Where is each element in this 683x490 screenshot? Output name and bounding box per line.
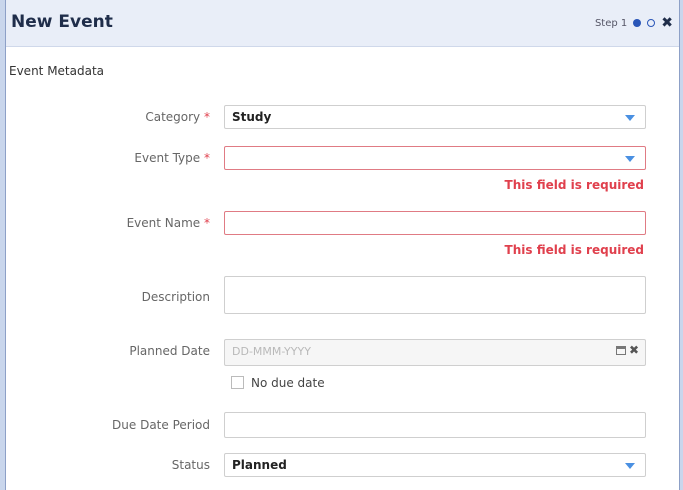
no-due-date-label[interactable]: No due date	[251, 376, 325, 390]
event-type-select[interactable]	[224, 146, 646, 170]
clear-icon[interactable]: ✖	[629, 343, 639, 357]
step-label: Step 1	[594, 17, 628, 29]
new-event-dialog: New Event Step 1 ✖ Event Metadata Catego…	[5, 0, 680, 490]
event-name-input[interactable]	[224, 211, 646, 235]
planned-date-label: Planned Date	[129, 344, 210, 358]
caret-down-icon[interactable]	[625, 156, 635, 162]
caret-down-icon[interactable]	[625, 463, 635, 469]
category-select[interactable]: Study	[224, 105, 646, 129]
step-empty-dot-icon[interactable]	[647, 19, 656, 27]
status-value: Planned	[232, 458, 287, 472]
category-value: Study	[232, 110, 272, 124]
planned-date-input[interactable]: DD-MMM-YYYY ✖	[224, 339, 646, 366]
required-mark: *	[204, 216, 210, 230]
event-type-label: Event Type *	[66, 151, 210, 165]
caret-down-icon[interactable]	[625, 115, 635, 121]
dialog-titlebar: New Event Step 1 ✖	[6, 0, 679, 47]
step-filled-dot-icon	[633, 19, 642, 27]
due-date-period-label: Due Date Period	[112, 418, 210, 432]
close-icon[interactable]: ✖	[661, 16, 673, 30]
event-type-error: This field is required	[504, 178, 644, 192]
due-date-period-input[interactable]	[224, 412, 646, 438]
required-mark: *	[204, 151, 210, 165]
event-name-label-text: Event Name	[126, 216, 201, 230]
category-label: Category *	[66, 110, 210, 124]
required-mark: *	[204, 110, 210, 124]
status-select[interactable]: Planned	[224, 453, 646, 477]
section-title: Event Metadata	[9, 64, 105, 78]
stepper: Step 1 ✖	[595, 15, 673, 31]
description-label: Description	[141, 290, 210, 304]
event-name-error: This field is required	[504, 243, 644, 257]
planned-date-placeholder: DD-MMM-YYYY	[232, 345, 311, 358]
status-label: Status	[171, 458, 210, 472]
no-due-date-checkbox[interactable]	[231, 376, 244, 389]
category-label-text: Category	[145, 110, 201, 124]
description-textarea[interactable]	[224, 276, 646, 314]
event-name-label: Event Name *	[66, 216, 210, 230]
calendar-icon[interactable]	[616, 346, 626, 355]
dialog-title: New Event	[11, 12, 113, 32]
event-type-label-text: Event Type	[134, 151, 201, 165]
